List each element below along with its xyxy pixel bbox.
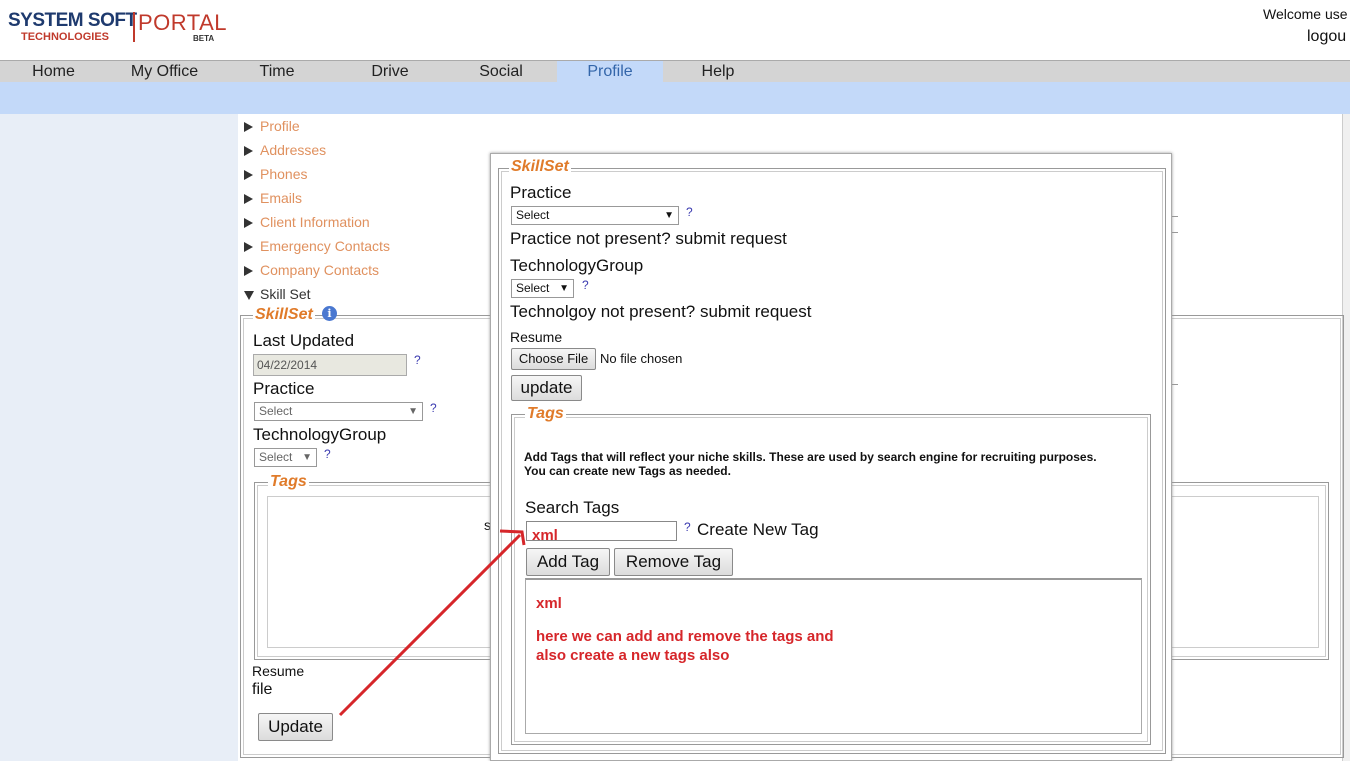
annotation-arrow-icon bbox=[338, 529, 526, 717]
